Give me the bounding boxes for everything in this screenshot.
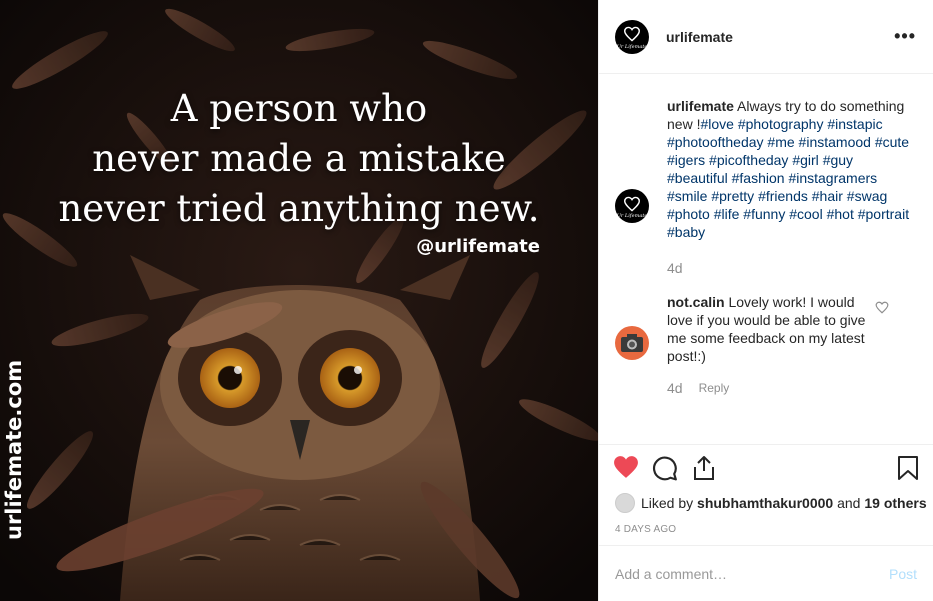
post-date[interactable]: 4 DAYS AGO bbox=[615, 524, 676, 535]
caption-time[interactable]: 4d bbox=[667, 260, 915, 276]
post-actions: Liked by shubhamthakur0000 and 19 others… bbox=[599, 444, 933, 554]
caption-text: urlifemate Always try to do something ne… bbox=[667, 97, 915, 241]
avatar[interactable]: Ur Lifemate bbox=[615, 19, 649, 54]
hashtag-link[interactable]: #hair bbox=[812, 188, 843, 204]
hashtag-link[interactable]: #life bbox=[714, 206, 740, 222]
comment: not.calin Lovely work! I would love if y… bbox=[615, 293, 915, 396]
hashtag-link[interactable]: #baby bbox=[667, 224, 705, 240]
comments-list: Ur Lifemate urlifemate Always try to do … bbox=[599, 74, 933, 444]
share-icon[interactable] bbox=[692, 455, 716, 481]
image-site-watermark: urlifemate.com bbox=[2, 360, 26, 540]
hashtag-link[interactable]: #picoftheday bbox=[709, 152, 788, 168]
likes-summary: Liked by shubhamthakur0000 and 19 others bbox=[615, 493, 927, 513]
camera-avatar-icon bbox=[621, 334, 643, 352]
comment-username[interactable]: not.calin bbox=[667, 294, 725, 310]
hashtag-link[interactable]: #photo bbox=[667, 206, 710, 222]
liked-prefix: Liked by bbox=[641, 495, 694, 511]
heart-logo-icon bbox=[623, 196, 641, 212]
hashtag-link[interactable]: #smile bbox=[667, 188, 707, 204]
hashtag-link[interactable]: #friends bbox=[758, 188, 808, 204]
hashtag-link[interactable]: #instamood bbox=[799, 134, 871, 150]
comment-icon[interactable] bbox=[652, 455, 678, 481]
hashtag-link[interactable]: #hot bbox=[827, 206, 854, 222]
hashtag-link[interactable]: #fashion bbox=[732, 170, 785, 186]
add-comment-bar: Post bbox=[599, 545, 933, 601]
hashtag-link[interactable]: #igers bbox=[667, 152, 705, 168]
header-username[interactable]: urlifemate bbox=[666, 29, 733, 45]
liked-and: and bbox=[837, 495, 861, 511]
caption-hashtags: #love #photography #instapic #photoofthe… bbox=[667, 116, 909, 240]
avatar-text: Ur Lifemate bbox=[616, 213, 648, 219]
liked-user[interactable]: shubhamthakur0000 bbox=[697, 495, 833, 511]
post-comment-button[interactable]: Post bbox=[889, 566, 917, 582]
comment-time[interactable]: 4d bbox=[667, 380, 683, 396]
hashtag-link[interactable]: #photooftheday bbox=[667, 134, 764, 150]
hashtag-link[interactable]: #girl bbox=[792, 152, 818, 168]
post-header: Ur Lifemate urlifemate ••• bbox=[599, 0, 933, 74]
quote-line: never made a mistake bbox=[92, 137, 506, 180]
heart-outline-icon[interactable] bbox=[875, 301, 889, 314]
action-icons bbox=[613, 455, 919, 485]
bookmark-icon[interactable] bbox=[897, 455, 919, 481]
caption-username[interactable]: urlifemate bbox=[667, 98, 734, 114]
comment-input[interactable] bbox=[615, 565, 889, 582]
post-image[interactable]: A person who never made a mistake never … bbox=[0, 0, 598, 601]
hashtag-link[interactable]: #instapic bbox=[827, 116, 882, 132]
instagram-post: A person who never made a mistake never … bbox=[0, 0, 933, 601]
hashtag-link[interactable]: #pretty bbox=[711, 188, 754, 204]
hashtag-link[interactable]: #guy bbox=[823, 152, 853, 168]
comment-text: not.calin Lovely work! I would love if y… bbox=[667, 293, 872, 365]
reply-button[interactable]: Reply bbox=[699, 381, 730, 395]
avatar[interactable]: Ur Lifemate bbox=[615, 189, 649, 223]
hashtag-link[interactable]: #instagramers bbox=[788, 170, 877, 186]
liker-avatar[interactable] bbox=[615, 493, 635, 513]
heart-logo-icon bbox=[623, 26, 641, 42]
hashtag-link[interactable]: #funny bbox=[743, 206, 785, 222]
quote-text: A person who never made a mistake never … bbox=[0, 84, 598, 234]
quote-line: A person who bbox=[170, 87, 428, 130]
caption: Ur Lifemate urlifemate Always try to do … bbox=[615, 97, 915, 276]
hashtag-link[interactable]: #me bbox=[767, 134, 794, 150]
hashtag-link[interactable]: #portrait bbox=[858, 206, 909, 222]
hashtag-link[interactable]: #beautiful bbox=[667, 170, 728, 186]
post-sidebar: Ur Lifemate urlifemate ••• Ur Lifemate u… bbox=[598, 0, 933, 601]
quote-line: never tried anything new. bbox=[58, 187, 540, 230]
heart-filled-icon[interactable] bbox=[613, 455, 639, 479]
hashtag-link[interactable]: #love bbox=[700, 116, 733, 132]
hashtag-link[interactable]: #cool bbox=[789, 206, 822, 222]
liked-others[interactable]: 19 others bbox=[864, 495, 926, 511]
hashtag-link[interactable]: #swag bbox=[847, 188, 887, 204]
hashtag-link[interactable]: #cute bbox=[875, 134, 909, 150]
image-handle: @urlifemate bbox=[416, 236, 540, 257]
hashtag-link[interactable]: #photography bbox=[738, 116, 824, 132]
comment-meta: 4d Reply bbox=[667, 380, 915, 396]
avatar-text: Ur Lifemate bbox=[616, 43, 648, 50]
more-horizontal-icon[interactable]: ••• bbox=[894, 26, 916, 47]
avatar[interactable] bbox=[615, 326, 649, 360]
